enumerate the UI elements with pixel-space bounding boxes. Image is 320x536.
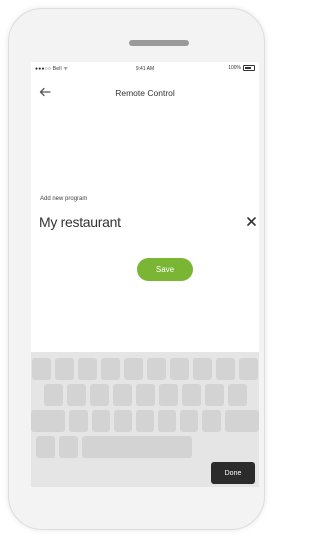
program-name-input[interactable] <box>39 211 215 233</box>
keyboard-key[interactable] <box>32 358 51 380</box>
keyboard-key[interactable] <box>158 384 178 406</box>
phone-speaker <box>129 40 189 46</box>
battery-indicator: 100% <box>228 65 255 71</box>
keyboard-key[interactable] <box>202 410 221 432</box>
keyboard-key[interactable] <box>135 384 155 406</box>
keyboard-key[interactable] <box>69 410 88 432</box>
phone-frame: ●●●○○ Bell ᯤ 9:41 AM 100% Remote Control… <box>8 8 265 530</box>
app-screen: ●●●○○ Bell ᯤ 9:41 AM 100% Remote Control… <box>31 62 259 487</box>
program-name-label: Add new program <box>40 196 88 202</box>
nav-bar: Remote Control <box>31 77 259 107</box>
status-bar: ●●●○○ Bell ᯤ 9:41 AM 100% <box>31 62 259 76</box>
keyboard-key[interactable] <box>101 358 120 380</box>
keyboard-key[interactable] <box>204 384 224 406</box>
keyboard-key[interactable] <box>135 410 155 432</box>
keyboard-key[interactable] <box>181 384 201 406</box>
keyboard-key[interactable] <box>216 358 235 380</box>
globe-key[interactable] <box>59 436 78 458</box>
keyboard-key[interactable] <box>66 384 86 406</box>
battery-icon <box>243 65 255 71</box>
keyboard-row-3 <box>31 410 259 432</box>
keyboard-key[interactable] <box>170 358 189 380</box>
status-time: 9:41 AM <box>135 66 155 72</box>
keyboard-key[interactable] <box>239 358 258 380</box>
keyboard-row-4 <box>31 436 259 458</box>
page-title: Remote Control <box>115 88 175 98</box>
shift-key[interactable] <box>31 410 66 432</box>
keyboard-row-1 <box>31 358 259 380</box>
space-key[interactable] <box>82 436 192 458</box>
keyboard-row-2 <box>31 384 259 406</box>
save-button[interactable]: Save <box>137 258 193 281</box>
keyboard-key[interactable] <box>158 410 177 432</box>
keyboard-key[interactable] <box>112 384 132 406</box>
delete-key[interactable] <box>224 410 259 432</box>
keyboard-key[interactable] <box>147 358 166 380</box>
keyboard-key[interactable] <box>113 410 132 432</box>
keyboard-key[interactable] <box>91 410 110 432</box>
keyboard-key[interactable] <box>124 358 143 380</box>
keyboard-key[interactable] <box>78 358 97 380</box>
done-button[interactable]: Done <box>211 462 255 484</box>
battery-percent: 100% <box>228 65 241 71</box>
keyboard-key[interactable] <box>43 384 63 406</box>
keyboard-key[interactable] <box>193 358 212 380</box>
on-screen-keyboard: Done <box>31 352 259 487</box>
keyboard-key[interactable] <box>227 384 247 406</box>
keyboard-key[interactable] <box>180 410 199 432</box>
numbers-key[interactable] <box>36 436 55 458</box>
keyboard-key[interactable] <box>55 358 74 380</box>
keyboard-key[interactable] <box>89 384 109 406</box>
clear-button[interactable] <box>245 215 257 227</box>
close-icon <box>246 216 256 226</box>
